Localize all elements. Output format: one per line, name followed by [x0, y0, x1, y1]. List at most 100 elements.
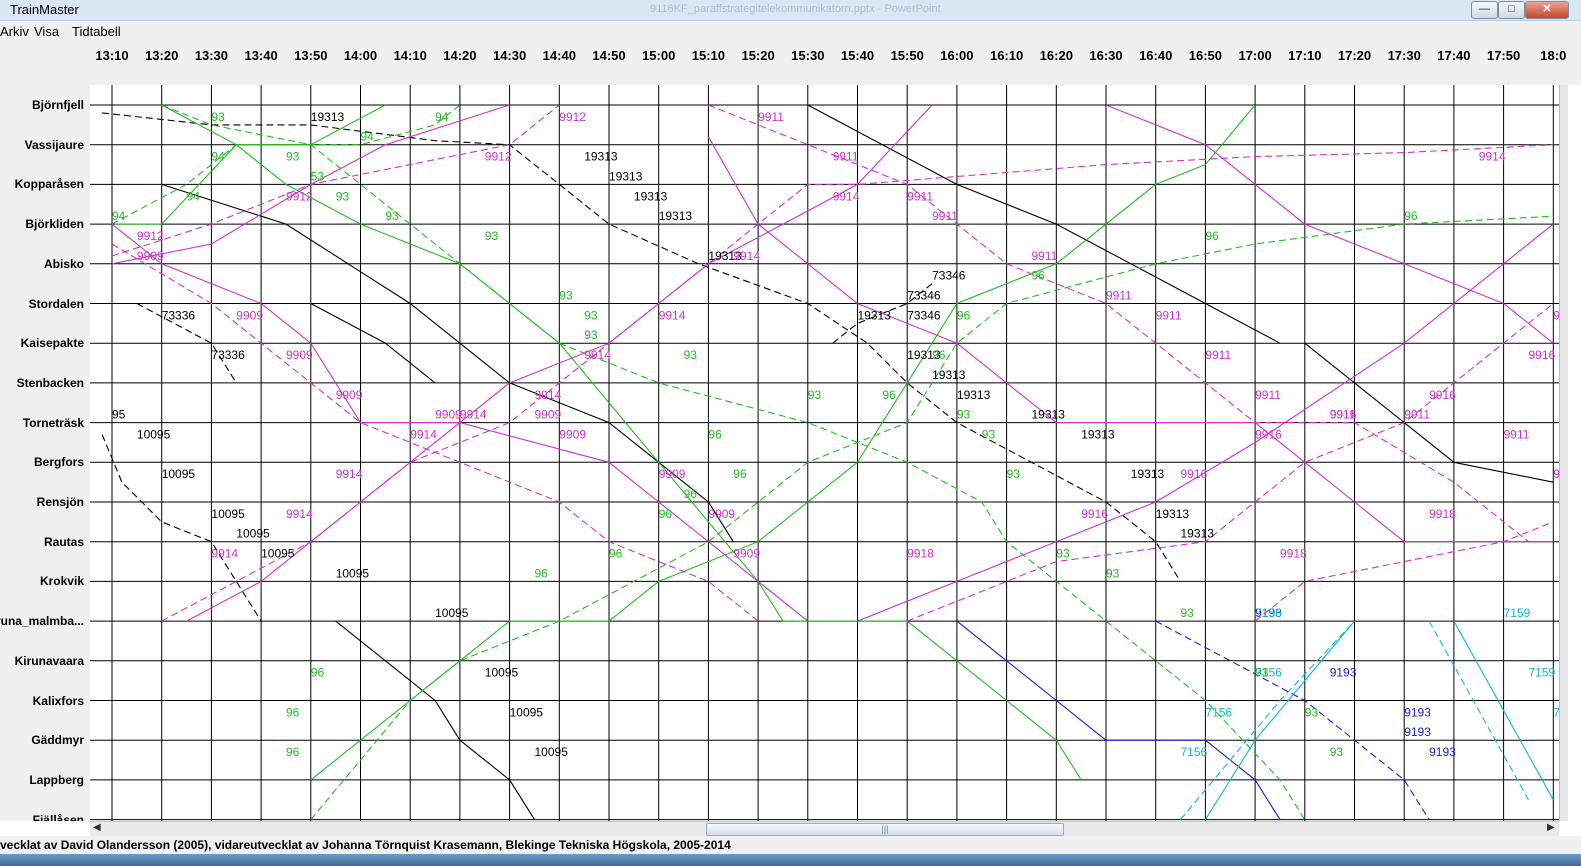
train-path[interactable] — [161, 104, 1082, 781]
time-tick-label: 17:50 — [1486, 48, 1521, 63]
vertical-scrollbar[interactable] — [1559, 85, 1568, 821]
time-tick-label: 14:40 — [542, 48, 576, 63]
menu-visa[interactable]: Visa — [34, 24, 59, 39]
train-label: 93 — [1181, 606, 1195, 620]
train-path[interactable] — [310, 215, 1554, 820]
train-graph[interactable]: 93 19313 94 9912 9911 94 93 94 9912 19313 9911 9914… — [90, 85, 1559, 821]
train-path[interactable] — [1204, 620, 1355, 820]
time-tick-label: 17:20 — [1337, 48, 1372, 63]
train-label: 10095 — [236, 527, 270, 541]
train-label: 96 — [1404, 209, 1418, 223]
scroll-left-arrow[interactable]: ◀ — [93, 822, 101, 833]
time-tick-label: 16:20 — [1039, 48, 1073, 63]
station-axis: Björnfjell Vassijaure Kopparåsen Björkliden… — [0, 85, 90, 821]
train-label: 96 — [733, 467, 747, 481]
train-label: 9193 — [1429, 745, 1456, 759]
minimize-button[interactable]: — — [1471, 1, 1498, 19]
train-label: 10095 — [211, 507, 245, 521]
train-label: 10095 — [485, 666, 519, 680]
train-label: 96 — [882, 388, 896, 402]
train-label: 93 — [1007, 467, 1021, 481]
time-tick-label: 15:30 — [791, 48, 825, 63]
train-label: 9912 — [286, 189, 313, 203]
train-label: 9911 — [1404, 408, 1430, 422]
train-label: 10095 — [137, 428, 171, 442]
train-label: 9909 — [559, 428, 586, 442]
train-label: 9914 — [733, 249, 760, 263]
train-label: 9911 — [1255, 388, 1281, 402]
train-label: 10095 — [162, 467, 196, 481]
close-button[interactable]: ✕ — [1525, 1, 1569, 19]
train-label: 93 — [982, 428, 996, 442]
train-path[interactable] — [956, 620, 1281, 820]
time-tick-label: 16:10 — [989, 48, 1024, 63]
time-tick-label: 13:40 — [244, 48, 278, 63]
train-label: 7159 — [1529, 666, 1556, 680]
time-tick-label: 16:30 — [1089, 48, 1123, 63]
train-label: 73346 — [907, 308, 941, 322]
menu-arkiv[interactable]: Arkiv — [0, 24, 29, 39]
train-label: 9909 — [236, 308, 263, 322]
train-label: 93 — [336, 189, 350, 203]
train-label: 9916 — [1529, 348, 1556, 362]
train-label: 94 — [187, 189, 201, 203]
train-label: 9193 — [1330, 666, 1357, 680]
train-label: 9193 — [1404, 725, 1431, 739]
scroll-right-arrow[interactable]: ▶ — [1547, 822, 1555, 833]
train-label: 96 — [708, 428, 722, 442]
station-label: Torneträsk — [22, 415, 84, 430]
time-tick-label: 14:50 — [592, 48, 626, 63]
time-tick-label: 17:10 — [1288, 48, 1322, 63]
train-label: 19313 — [1081, 428, 1115, 442]
time-tick-label: 14:00 — [343, 48, 378, 63]
train-label: 9911 — [1032, 249, 1058, 263]
time-tick-label: 15:00 — [642, 48, 676, 63]
train-label: 9909 — [336, 388, 363, 402]
train-label: 96 — [286, 705, 300, 719]
train-label: 93 — [485, 229, 499, 243]
train-label: 93 — [1330, 745, 1344, 759]
train-label: 9916 — [1181, 467, 1208, 481]
train-label: 9911 — [907, 189, 933, 203]
train-label: 19313 — [659, 209, 693, 223]
train-label: 73346 — [907, 289, 941, 303]
station-label: Stordalen — [28, 296, 84, 311]
station-label: Kirunavaara — [14, 653, 84, 668]
train-label: 93 — [957, 408, 971, 422]
maximize-button[interactable]: □ — [1498, 1, 1525, 19]
horizontal-scrollbar[interactable]: ◀ ||| ▶ — [90, 821, 1559, 836]
train-path[interactable] — [1155, 620, 1430, 820]
train-label: 9909 — [535, 408, 562, 422]
train-label: 7156 — [1255, 606, 1282, 620]
train-label: 9914 — [833, 189, 860, 203]
train-path[interactable] — [335, 620, 535, 820]
time-tick-label: 14:30 — [492, 48, 527, 63]
station-label: Fjällåsen — [32, 812, 84, 821]
time-tick-label: 13:10 — [95, 48, 129, 63]
train-label: 19313 — [1156, 507, 1190, 521]
train-path[interactable] — [1180, 620, 1355, 820]
train-label: 9911 — [1205, 348, 1231, 362]
train-path[interactable] — [1428, 620, 1529, 801]
train-label: 7156 — [1205, 705, 1232, 719]
time-tick-label: 14:20 — [443, 48, 477, 63]
train-label: 9914 — [584, 348, 611, 362]
train-label: 9916 — [1255, 428, 1282, 442]
train-label: 9914 — [211, 547, 238, 561]
train-label: 19313 — [609, 169, 643, 183]
train-label: 93 — [385, 209, 399, 223]
train-path[interactable] — [708, 104, 1529, 543]
time-tick-label: 18:0 — [1540, 48, 1567, 63]
train-label: 9916 — [1429, 388, 1456, 402]
train-label: 93 — [1106, 566, 1120, 580]
scroll-thumb[interactable]: ||| — [706, 823, 1064, 836]
train-label: 96 — [1032, 269, 1046, 283]
train-path[interactable] — [310, 104, 1256, 781]
menu-tidtabell[interactable]: Tidtabell — [72, 24, 121, 39]
time-tick-label: 16:40 — [1139, 48, 1173, 63]
train-label: 73346 — [932, 269, 966, 283]
train-label: 9909 — [708, 507, 735, 521]
train-label: 9909 — [435, 408, 462, 422]
train-path[interactable] — [112, 104, 386, 225]
station-label: Abisko — [43, 256, 84, 271]
